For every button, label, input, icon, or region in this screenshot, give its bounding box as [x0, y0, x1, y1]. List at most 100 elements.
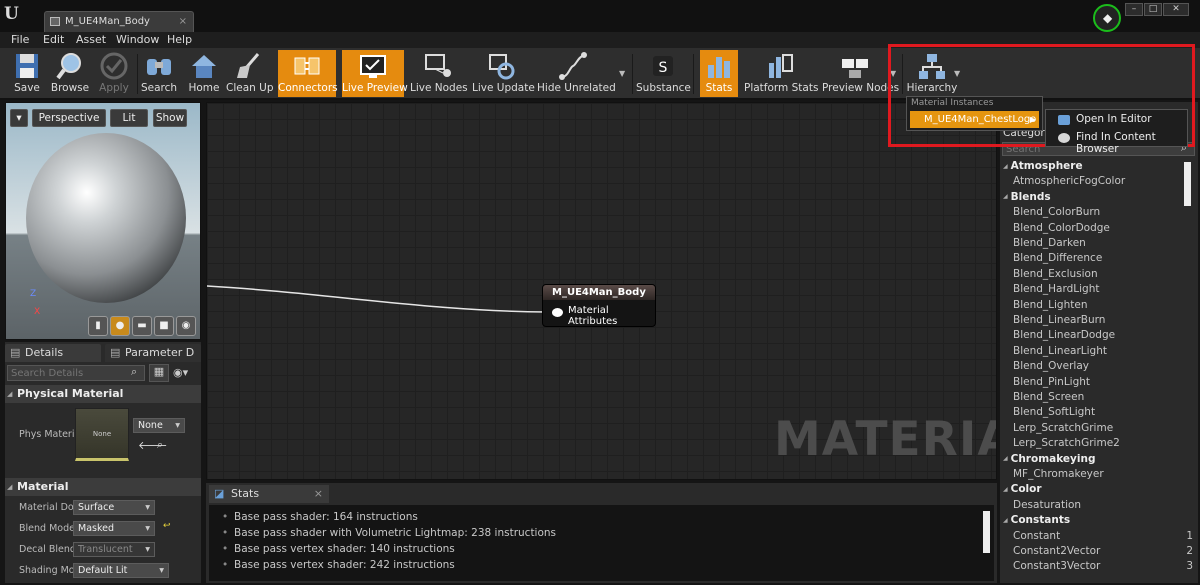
palette-item[interactable]: Blend_Exclusion: [1013, 268, 1098, 280]
menu-item-chest-logo[interactable]: M_UE4Man_ChestLogo ▶: [910, 111, 1039, 128]
save-button[interactable]: Save: [6, 50, 48, 97]
tab-parameter-defaults[interactable]: ▤ Parameter D: [105, 344, 201, 362]
palette-item[interactable]: Blend_LinearDodge: [1013, 329, 1115, 341]
platform-stats-button[interactable]: Platform Stats: [744, 50, 818, 97]
lit-label: Lit: [122, 112, 136, 124]
tab-stats[interactable]: ◪ Stats ×: [209, 485, 329, 503]
tab-details[interactable]: ▤ Details: [5, 344, 101, 362]
phys-material-dropdown[interactable]: None: [133, 418, 185, 433]
open-in-editor-item[interactable]: Open In Editor: [1058, 113, 1152, 125]
material-graph[interactable]: M_UE4Man_Body Material Attributes MATERI…: [206, 102, 997, 480]
clean-up-button[interactable]: Clean Up: [226, 50, 274, 97]
palette-item[interactable]: Blend_Overlay: [1013, 360, 1089, 372]
palette-item[interactable]: Desaturation: [1013, 499, 1081, 511]
close-window-button[interactable]: ✕: [1163, 3, 1189, 16]
palette-item[interactable]: Blend_SoftLight: [1013, 406, 1095, 418]
phys-material-thumbnail[interactable]: None: [75, 408, 129, 461]
palette-category[interactable]: Constants: [1003, 514, 1071, 526]
hide-unrelated-dropdown-icon[interactable]: ▼: [619, 69, 625, 78]
material-attributes-pin[interactable]: [552, 308, 563, 317]
tab-stats-label: Stats: [231, 487, 260, 500]
palette-item[interactable]: Blend_Screen: [1013, 391, 1084, 403]
palette-item[interactable]: MF_Chromakeyer: [1013, 468, 1104, 480]
binoculars-icon: [147, 59, 171, 75]
decal-blend-dropdown[interactable]: Translucent: [73, 542, 155, 557]
palette-item[interactable]: Lerp_ScratchGrime2: [1013, 437, 1120, 449]
live-nodes-button[interactable]: Live Nodes: [410, 50, 468, 97]
palette-category[interactable]: Atmosphere: [1003, 160, 1083, 172]
menu-file[interactable]: File: [11, 33, 29, 46]
material-domain-dropdown[interactable]: Surface: [73, 500, 155, 515]
minimize-button[interactable]: –: [1125, 3, 1143, 16]
palette-item[interactable]: Blend_LinearBurn: [1013, 314, 1105, 326]
teapot-preview-icon[interactable]: ◉: [176, 316, 196, 336]
palette-category[interactable]: Chromakeying: [1003, 453, 1096, 465]
palette-item[interactable]: Constant: [1013, 530, 1060, 542]
connectors-button[interactable]: Connectors: [278, 50, 338, 97]
palette-item[interactable]: Constant2Vector: [1013, 545, 1100, 557]
instance-submenu: Open In Editor Find In Content Browser: [1045, 109, 1188, 155]
browse-button[interactable]: Browse: [49, 50, 91, 97]
menu-asset[interactable]: Asset: [76, 33, 106, 46]
source-control-icon[interactable]: ◆: [1093, 4, 1121, 32]
shading-model-dropdown[interactable]: Default Lit: [73, 563, 169, 578]
details-search-input[interactable]: [7, 365, 145, 381]
details-panel: ▤ Details ▤ Parameter D ⌕ ▦ ◉▾ Physical …: [5, 342, 201, 583]
section-material-label: Material: [17, 480, 69, 493]
view-options-icon[interactable]: ▦: [149, 364, 169, 382]
find-in-content-browser-item[interactable]: Find In Content Browser: [1058, 131, 1187, 155]
live-update-button[interactable]: Live Update: [472, 50, 535, 97]
palette-item[interactable]: Constant3Vector: [1013, 560, 1100, 572]
menu-edit[interactable]: Edit: [43, 33, 64, 46]
substance-button[interactable]: S Substance: [636, 50, 691, 97]
palette-item[interactable]: Blend_ColorBurn: [1013, 206, 1100, 218]
palette-item[interactable]: Blend_Darken: [1013, 237, 1086, 249]
palette-item[interactable]: Blend_PinLight: [1013, 376, 1090, 388]
palette-item[interactable]: Lerp_ScratchGrime: [1013, 422, 1113, 434]
material-result-node[interactable]: M_UE4Man_Body Material Attributes: [542, 284, 656, 327]
eye-icon[interactable]: ◉▾: [173, 366, 188, 379]
stats-scrollbar[interactable]: [983, 511, 990, 553]
section-material[interactable]: Material: [5, 478, 201, 496]
palette-item[interactable]: Blend_LinearLight: [1013, 345, 1107, 357]
document-tab[interactable]: M_UE4Man_Body ×: [44, 11, 194, 32]
maximize-button[interactable]: □: [1144, 3, 1162, 16]
menu-help[interactable]: Help: [167, 33, 192, 46]
palette-category[interactable]: Color: [1003, 483, 1042, 495]
viewport-options-button[interactable]: ▾: [10, 109, 28, 127]
apply-button[interactable]: Apply: [93, 50, 135, 97]
preview-nodes-button[interactable]: Preview Nodes: [822, 50, 899, 97]
lit-button[interactable]: Lit: [110, 109, 148, 127]
stats-panel: ◪ Stats × Base pass shader: 164 instruct…: [206, 483, 997, 583]
reset-to-default-icon[interactable]: ↩: [163, 521, 171, 531]
close-tab-icon[interactable]: ×: [314, 485, 323, 503]
live-preview-button[interactable]: Live Preview: [342, 50, 408, 97]
toolbar-divider: [137, 54, 138, 94]
phys-material-value: None: [138, 420, 163, 431]
palette-item[interactable]: Blend_HardLight: [1013, 283, 1099, 295]
palette-category[interactable]: Blends: [1003, 191, 1051, 203]
menu-window[interactable]: Window: [116, 33, 159, 46]
cylinder-preview-icon[interactable]: ▮: [88, 316, 108, 336]
stats-button[interactable]: Stats: [700, 50, 738, 97]
cube-preview-icon[interactable]: ■: [154, 316, 174, 336]
browse-asset-icon[interactable]: ⌕: [157, 438, 163, 452]
hide-unrelated-icon: [559, 52, 587, 80]
close-tab-icon[interactable]: ×: [179, 12, 187, 31]
search-button[interactable]: Search: [139, 50, 179, 97]
perspective-button[interactable]: Perspective: [32, 109, 106, 127]
palette-scrollbar[interactable]: [1184, 162, 1191, 206]
palette-item[interactable]: Blend_Difference: [1013, 252, 1102, 264]
hide-unrelated-button[interactable]: Hide Unrelated: [537, 50, 616, 97]
palette-item[interactable]: AtmosphericFogColor: [1013, 175, 1125, 187]
palette-item[interactable]: Blend_Lighten: [1013, 299, 1087, 311]
preview-viewport[interactable]: ▾ Perspective Lit Show Z X ▮ ● ▬ ■ ◉: [5, 102, 201, 340]
show-button[interactable]: Show: [153, 109, 187, 127]
stats-list: Base pass shader: 164 instructions Base …: [209, 505, 994, 581]
palette-item[interactable]: Blend_ColorDodge: [1013, 222, 1110, 234]
home-button[interactable]: Home: [185, 50, 223, 97]
blend-mode-dropdown[interactable]: Masked: [73, 521, 155, 536]
section-physical-material[interactable]: Physical Material: [5, 385, 201, 403]
plane-preview-icon[interactable]: ▬: [132, 316, 152, 336]
sphere-preview-icon[interactable]: ●: [110, 316, 130, 336]
